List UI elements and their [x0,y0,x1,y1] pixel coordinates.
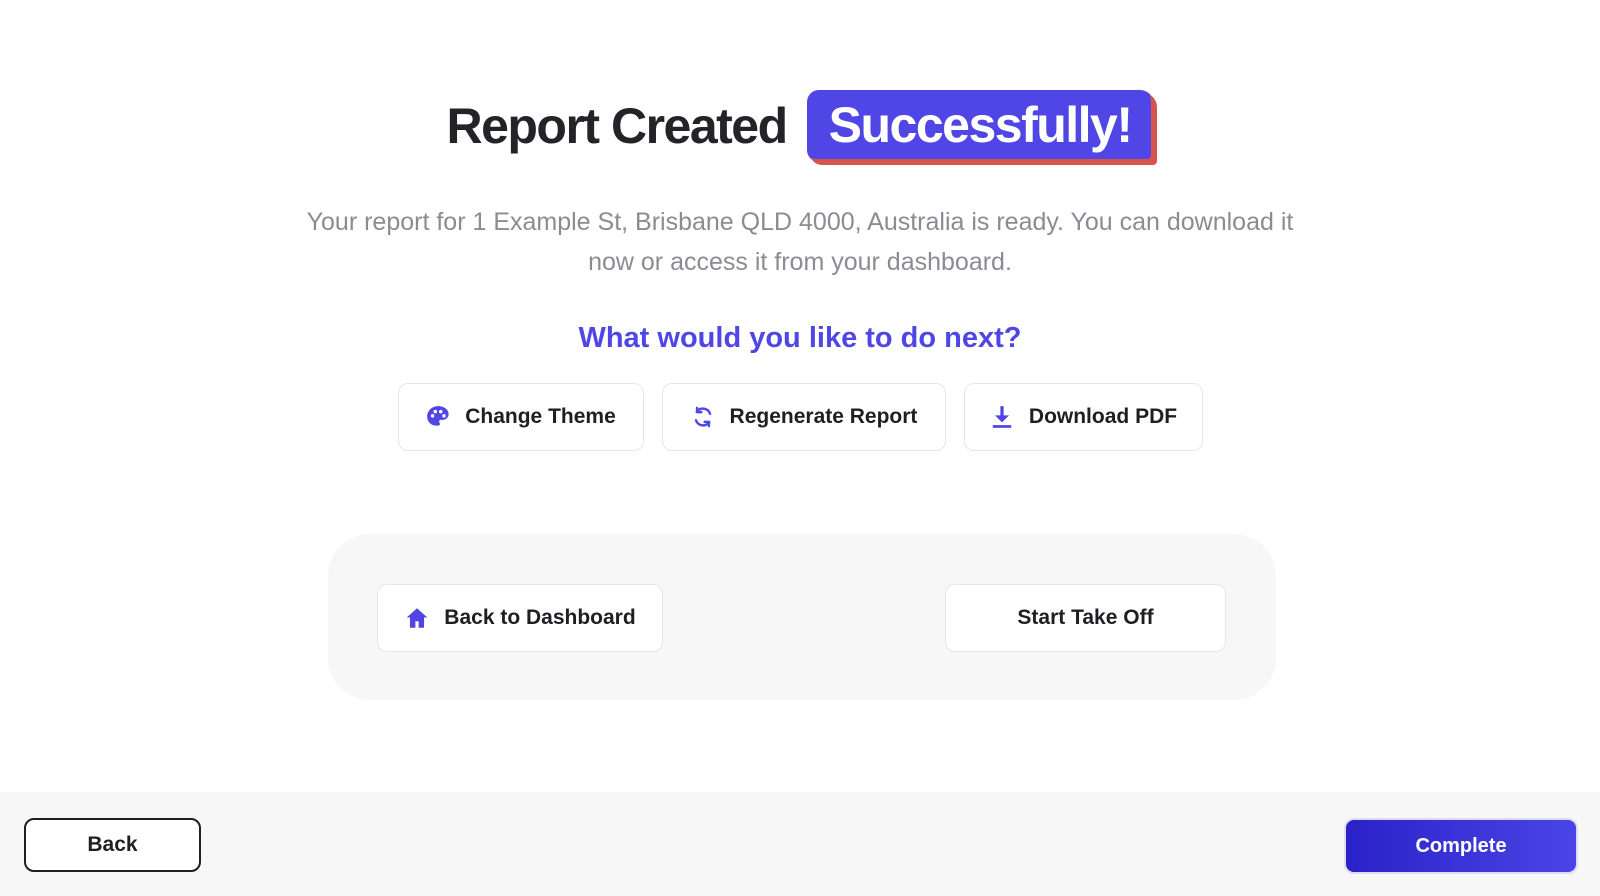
action-buttons: Change Theme Regenerate Report Download … [0,383,1600,451]
success-highlight-badge: Successfully! [806,90,1154,162]
start-take-off-button[interactable]: Start Take Off [945,584,1226,652]
download-icon [989,404,1015,430]
next-steps-heading: What would you like to do next? [578,322,1022,354]
back-to-dashboard-label: Back to Dashboard [444,606,636,629]
download-pdf-label: Download PDF [1028,405,1178,428]
regenerate-report-button[interactable]: Regenerate Report [661,383,946,451]
back-to-dashboard-button[interactable]: Back to Dashboard [377,584,663,652]
footer-bar: Back Complete [0,792,1600,896]
refresh-icon [690,404,716,430]
back-button[interactable]: Back [24,818,201,872]
page-title: Report Created Successfully! [0,90,1600,162]
complete-button[interactable]: Complete [1344,818,1578,874]
page-title-main: Report Created [446,98,788,154]
start-take-off-label: Start Take Off [1017,606,1154,629]
palette-icon [425,404,451,430]
download-pdf-button[interactable]: Download PDF [963,383,1203,451]
regenerate-report-label: Regenerate Report [729,405,918,428]
change-theme-button[interactable]: Change Theme [397,383,644,451]
change-theme-label: Change Theme [465,405,616,428]
report-ready-message: Your report for 1 Example St, Brisbane Q… [306,208,1294,276]
navigation-panel: Back to Dashboard Start Take Off [328,534,1276,700]
home-icon [404,605,430,631]
report-success-page: Report Created Successfully! Your report… [0,0,1600,896]
